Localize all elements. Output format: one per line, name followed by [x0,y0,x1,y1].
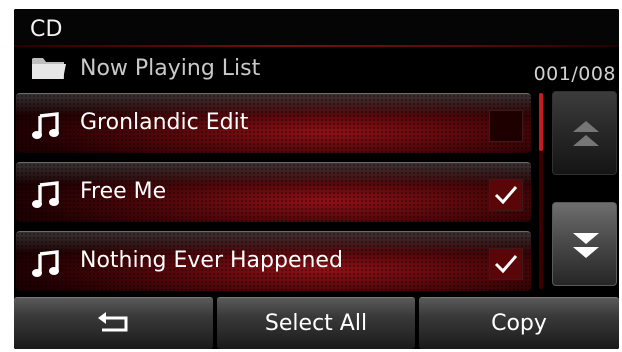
double-chevron-down-icon [573,233,599,258]
bottom-bar: Select All Copy [14,297,619,349]
music-note-icon [32,181,59,208]
checkmark-icon [494,186,518,205]
track-title: Free Me [80,179,167,204]
track-counter: 001/008 [533,63,616,85]
track-row[interactable]: Nothing Ever Happened [16,231,531,291]
folder-icon [32,58,66,79]
scrollbar[interactable] [539,93,543,289]
track-title: Gronlandic Edit [80,110,249,135]
music-note-icon [32,250,59,277]
back-button[interactable] [14,297,213,349]
checkmark-icon [494,255,518,274]
select-all-label: Select All [264,311,368,336]
copy-button[interactable]: Copy [419,297,619,349]
cd-screen: CD Now Playing List 001/008 Gronlandic E… [14,9,619,349]
list-title: Now Playing List [80,56,261,81]
double-chevron-up-icon [573,121,599,146]
scroll-down-button[interactable] [552,202,617,286]
back-arrow-icon [98,312,128,332]
scrollbar-thumb[interactable] [539,93,543,151]
track-title: Nothing Ever Happened [80,248,343,273]
track-checkbox[interactable] [489,248,523,280]
app-title: CD [30,17,63,42]
track-row[interactable]: Gronlandic Edit [16,93,531,153]
copy-label: Copy [491,311,547,336]
music-note-icon [32,112,59,139]
scroll-up-button[interactable] [552,91,617,175]
track-checkbox[interactable] [489,179,523,211]
track-row[interactable]: Free Me [16,162,531,222]
list-header: Now Playing List 001/008 [14,47,619,93]
title-bar: CD [14,9,619,47]
track-checkbox[interactable] [489,110,523,142]
select-all-button[interactable]: Select All [217,297,415,349]
